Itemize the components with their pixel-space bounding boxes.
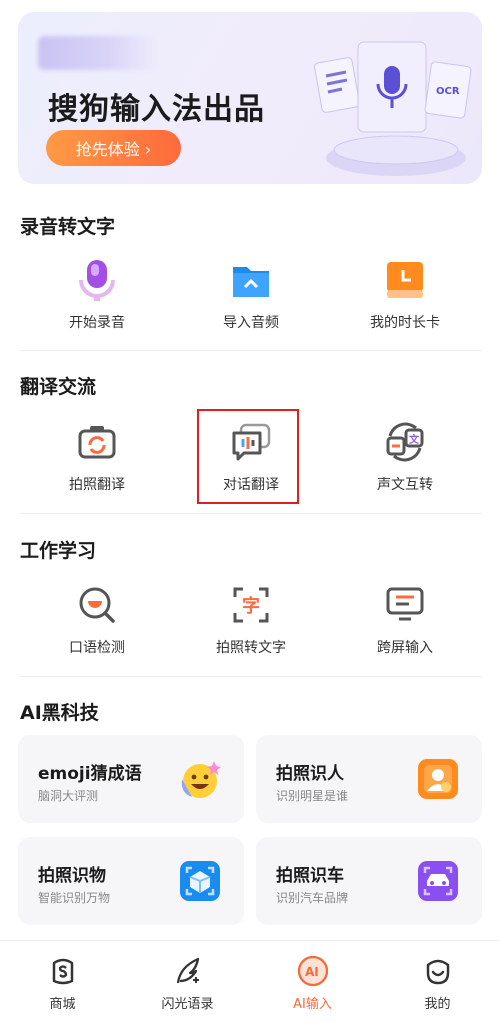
photo-to-text-button[interactable]: 字 拍照转文字 [174,583,328,673]
speech-check-button[interactable]: 口语检测 [20,583,174,673]
camera-translate-icon [75,420,119,464]
divider [20,350,482,351]
banner-title: 搜狗输入法出品 [48,92,265,127]
voice-text-label: 声文互转 [377,477,433,493]
speech-check-icon [75,583,119,627]
photo-translate-label: 拍照翻译 [69,477,125,493]
time-card-button[interactable]: 我的时长卡 [328,258,482,348]
quill-icon [176,957,199,984]
photo-translate-button[interactable]: 拍照翻译 [20,420,174,510]
cross-screen-label: 跨屏输入 [377,640,433,656]
import-audio-label: 导入音频 [223,315,279,331]
photo-to-text-label: 拍照转文字 [216,640,286,656]
card-subtitle: 识别汽车品牌 [276,891,349,905]
section-title-record: 录音转文字 [20,216,116,238]
svg-text:字: 字 [242,595,260,617]
speech-check-label: 口语检测 [69,640,125,656]
photo-to-text-icon: 字 [229,583,273,627]
study-row: 口语检测 字 拍照转文字 跨屏输入 [20,583,482,673]
tab-shop[interactable]: 商城 [0,941,125,1023]
blurred-logo [38,36,158,70]
start-recording-button[interactable]: 开始录音 [20,258,174,348]
section-title-translate: 翻译交流 [20,376,97,398]
emoji-icon [181,761,221,798]
person-id-icon [418,759,458,799]
tab-ai-input-label: AI输入 [293,997,332,1012]
folder-icon [229,258,273,302]
section-title-ai: AI黑科技 [20,702,99,724]
shop-icon [52,958,73,985]
promo-banner[interactable]: 搜狗输入法出品 抢先体验 › OCR [18,12,482,184]
divider [20,513,482,514]
svg-text:文: 文 [409,433,420,446]
car-id-icon [418,861,458,901]
card-subtitle: 智能识别万物 [38,891,111,905]
object-id-icon [180,861,220,901]
card-title: emoji猜成语 [38,764,142,784]
card-title: 拍照识人 [276,764,344,784]
clock-card-icon [383,258,427,302]
ai-icon: AI [297,955,328,987]
svg-text:OCR: OCR [436,86,460,97]
object-id-card[interactable]: 拍照识物 智能识别万物 [18,837,244,925]
section-title-study: 工作学习 [20,540,97,562]
tab-shop-label: 商城 [49,997,76,1012]
start-recording-label: 开始录音 [69,315,125,331]
highlight-box [197,409,299,504]
cross-screen-button[interactable]: 跨屏输入 [328,583,482,673]
time-card-label: 我的时长卡 [370,315,440,331]
card-title: 拍照识车 [276,866,344,886]
tab-quotes[interactable]: 闪光语录 [125,941,250,1023]
profile-icon [426,959,449,985]
tab-profile-label: 我的 [424,997,451,1012]
divider [20,676,482,677]
voice-text-icon: 文 [383,420,427,464]
voice-text-button[interactable]: 文 声文互转 [328,420,482,510]
emoji-idiom-card[interactable]: emoji猜成语 脑洞大评测 [18,735,244,823]
bottom-tab-bar: 商城 闪光语录 AI AI输入 我的 [0,940,500,1023]
voice-ocr-illustration: OCR [314,41,472,176]
card-subtitle: 识别明星是谁 [276,789,349,803]
import-audio-button[interactable]: 导入音频 [174,258,328,348]
svg-text:AI: AI [305,965,319,979]
person-id-card[interactable]: 拍照识人 识别明星是谁 [256,735,482,823]
record-row: 开始录音 导入音频 我的时长卡 [20,258,482,348]
tab-quotes-label: 闪光语录 [161,997,214,1012]
tab-ai-input[interactable]: AI AI输入 [250,941,375,1023]
tab-profile[interactable]: 我的 [375,941,500,1023]
cross-screen-icon [383,583,427,627]
card-subtitle: 脑洞大评测 [38,789,99,803]
car-id-card[interactable]: 拍照识车 识别汽车品牌 [256,837,482,925]
card-title: 拍照识物 [38,866,106,886]
microphone-icon [75,258,119,302]
try-now-button[interactable]: 抢先体验 › [46,130,181,166]
